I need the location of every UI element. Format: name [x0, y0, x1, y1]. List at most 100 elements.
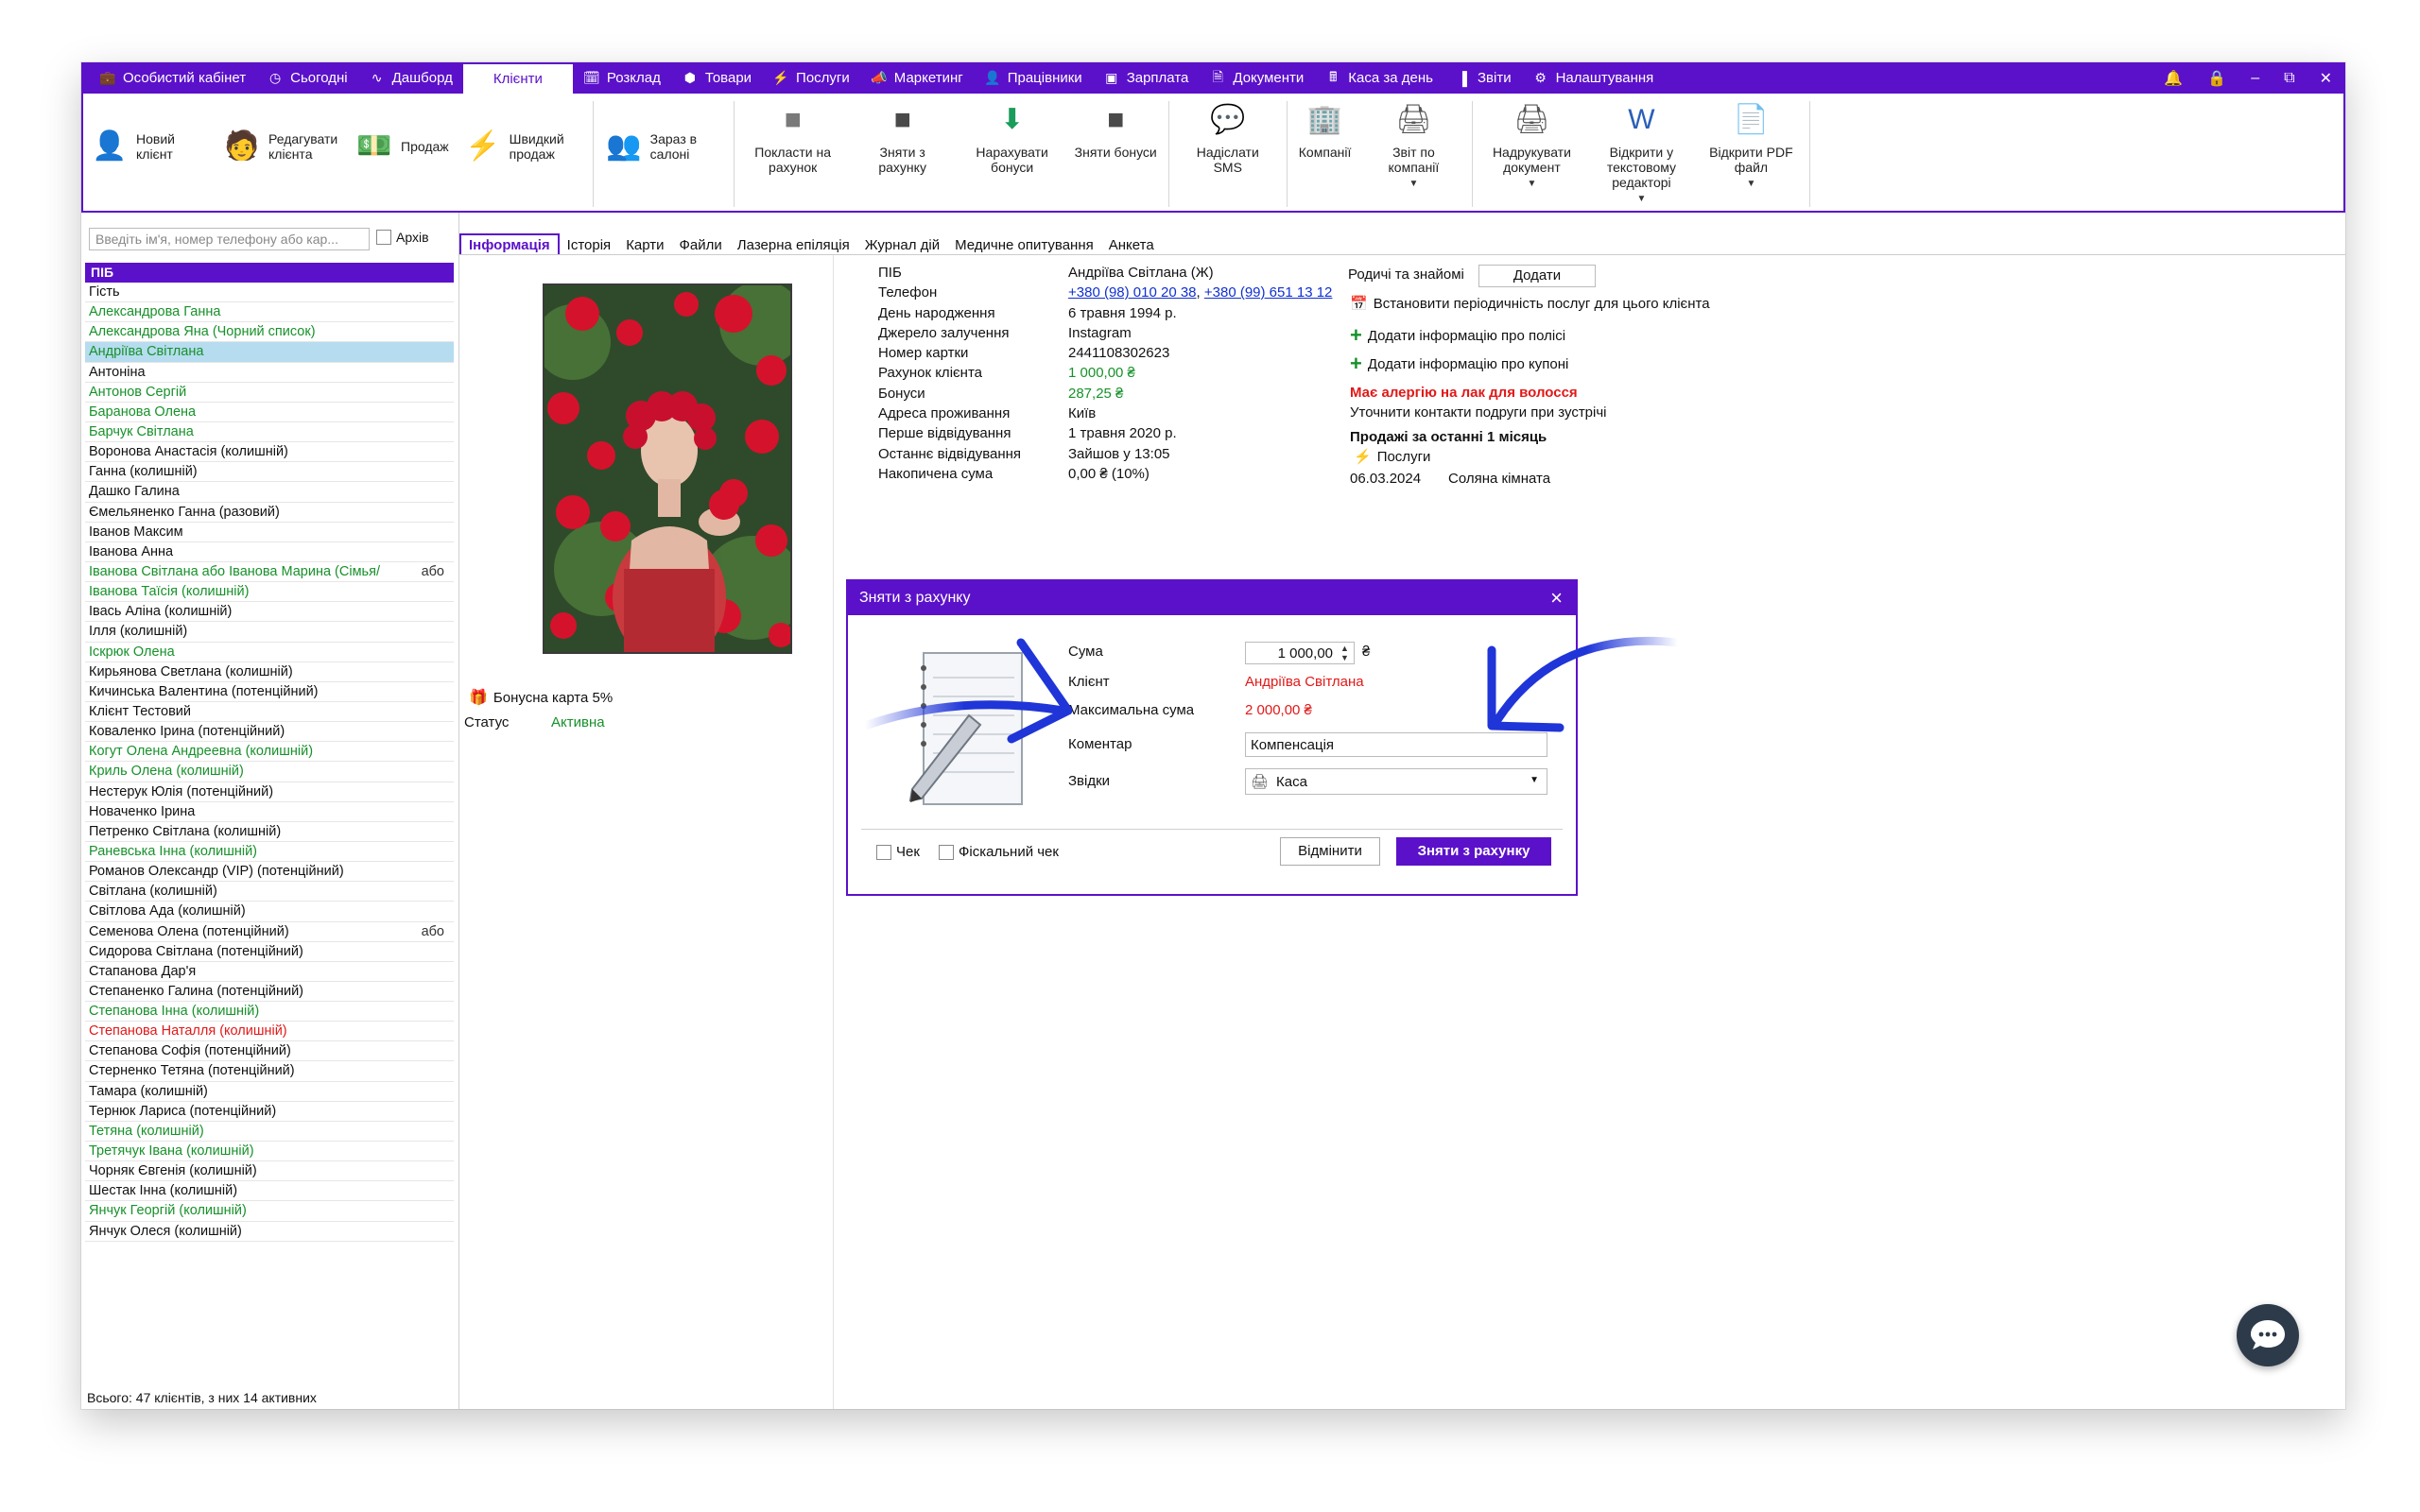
- tab-5[interactable]: Журнал дій: [857, 235, 947, 255]
- menu-item-2[interactable]: ∿ Дашборд: [358, 62, 463, 94]
- menu-item-3[interactable]: Клієнти: [462, 64, 573, 94]
- client-row[interactable]: Семенова Олена (потенційний) або: [85, 922, 454, 942]
- client-row[interactable]: Стапанова Дар'я: [85, 962, 454, 982]
- ribbon-button-14[interactable]: 📄 Відкрити PDF файл ▼: [1696, 101, 1806, 192]
- tab-0[interactable]: Інформація: [459, 233, 560, 255]
- phone-link-1[interactable]: +380 (98) 010 20 38: [1068, 284, 1197, 301]
- client-row[interactable]: Воронова Анастасія (колишній): [85, 442, 454, 463]
- client-row[interactable]: Тетяна (колишній): [85, 1122, 454, 1143]
- receipt-checkbox[interactable]: Чек: [876, 844, 920, 860]
- client-row[interactable]: Ємельяненко Ганна (разовий): [85, 503, 454, 523]
- chevron-down-icon[interactable]: ▼: [1530, 775, 1539, 785]
- client-row[interactable]: Степанова Наталля (колишній): [85, 1022, 454, 1042]
- menu-item-8[interactable]: 👤 Працівники: [974, 62, 1093, 94]
- client-list-header[interactable]: ПІБ: [85, 263, 454, 283]
- ribbon-button-0[interactable]: 👤 Новий клієнт: [83, 101, 216, 165]
- sum-spinner[interactable]: ▲ ▼: [1340, 644, 1349, 662]
- client-row[interactable]: Петренко Світлана (колишній): [85, 822, 454, 842]
- menu-item-5[interactable]: ⬢ Товари: [671, 62, 762, 94]
- client-row[interactable]: Александрова Яна (Чорний список): [85, 322, 454, 343]
- ribbon-button-1[interactable]: 🧑 Редагувати клієнта: [216, 101, 348, 165]
- ribbon-button-2[interactable]: 💵 Продаж: [348, 101, 457, 165]
- comment-input[interactable]: Компенсація: [1245, 732, 1547, 757]
- withdraw-submit-button[interactable]: Зняти з рахунку: [1396, 837, 1551, 866]
- client-row[interactable]: Тамара (колишній): [85, 1082, 454, 1102]
- menu-item-1[interactable]: ◷ Сьогодні: [256, 62, 358, 94]
- client-row[interactable]: Янчук Олеся (колишній): [85, 1222, 454, 1242]
- client-row[interactable]: Іванов Максим: [85, 523, 454, 542]
- ribbon-button-4[interactable]: 👥 Зараз в салоні: [597, 101, 730, 165]
- menu-item-6[interactable]: ⚡ Послуги: [762, 62, 860, 94]
- client-row[interactable]: Баранова Олена: [85, 403, 454, 422]
- client-row[interactable]: Іскрюк Олена: [85, 643, 454, 662]
- maximize-icon[interactable]: ⧉: [2284, 70, 2294, 87]
- menu-item-13[interactable]: ⚙ Налаштування: [1522, 62, 1665, 94]
- notifications-icon[interactable]: 🔔: [2164, 69, 2183, 88]
- minimize-icon[interactable]: –: [2251, 70, 2259, 87]
- chevron-down-icon[interactable]: ▼: [1703, 177, 1798, 192]
- periodicity-link[interactable]: 📅 Встановити періодичність послуг для ць…: [1350, 295, 1710, 313]
- client-row[interactable]: Степанова Софія (потенційний): [85, 1041, 454, 1062]
- client-row[interactable]: Ілля (колишній): [85, 622, 454, 643]
- menu-item-11[interactable]: 🖩 Каса за день: [1314, 62, 1443, 94]
- chevron-down-icon[interactable]: ▼: [1366, 177, 1461, 192]
- client-row[interactable]: Коваленко Ірина (потенційний): [85, 722, 454, 743]
- client-row[interactable]: Александрова Ганна: [85, 302, 454, 323]
- client-row[interactable]: Іванова Анна: [85, 542, 454, 562]
- client-row[interactable]: Третячук Івана (колишній): [85, 1142, 454, 1162]
- ribbon-button-3[interactable]: ⚡ Швидкий продаж: [457, 101, 589, 165]
- menu-item-10[interactable]: 🗎 Документи: [1199, 62, 1314, 94]
- client-row[interactable]: Степаненко Галина (потенційний): [85, 982, 454, 1003]
- ribbon-button-13[interactable]: W Відкрити у текстовому редакторі ▼: [1586, 101, 1696, 207]
- ribbon-button-9[interactable]: 💬 Надіслати SMS: [1173, 101, 1283, 176]
- ribbon-button-11[interactable]: 🖨 Звіт по компанії ▼: [1358, 101, 1468, 192]
- client-row[interactable]: Дашко Галина: [85, 482, 454, 503]
- client-row[interactable]: Антоніна: [85, 363, 454, 383]
- client-row[interactable]: Світлана (колишній): [85, 882, 454, 902]
- client-row[interactable]: Іванова Таїсія (колишній): [85, 582, 454, 603]
- client-row[interactable]: Клієнт Тестовий: [85, 702, 454, 723]
- client-row[interactable]: Ганна (колишній): [85, 462, 454, 483]
- client-row[interactable]: Когут Олена Андреевна (колишній): [85, 742, 454, 763]
- client-row[interactable]: Іванова Світлана або Іванова Марина (Сім…: [85, 562, 454, 583]
- client-row[interactable]: Андріїва Світлана: [85, 342, 454, 363]
- menu-item-0[interactable]: 💼 Особистий кабінет: [89, 62, 256, 94]
- add-relative-button[interactable]: Додати: [1478, 265, 1596, 287]
- menu-item-9[interactable]: ▣ Зарплата: [1093, 62, 1200, 94]
- menu-item-4[interactable]: 🗓 Розклад: [573, 62, 671, 94]
- client-row[interactable]: Івась Аліна (колишній): [85, 602, 454, 623]
- phone-link-2[interactable]: +380 (99) 651 13 12: [1204, 284, 1333, 301]
- fiscal-receipt-checkbox[interactable]: Фіскальний чек: [939, 844, 1059, 860]
- ribbon-button-8[interactable]: ■ Зняти бонуси: [1067, 101, 1165, 161]
- chat-button[interactable]: [2237, 1304, 2299, 1366]
- archive-checkbox-box[interactable]: [376, 230, 391, 245]
- client-row[interactable]: Тернюк Лариса (потенційний): [85, 1102, 454, 1122]
- client-row[interactable]: Шестак Інна (колишній): [85, 1181, 454, 1202]
- client-row[interactable]: Кирьянова Светлана (колишній): [85, 662, 454, 682]
- client-row[interactable]: Криль Олена (колишній): [85, 762, 454, 782]
- client-row[interactable]: Гість: [85, 283, 454, 303]
- client-search-input[interactable]: Введіть ім'я, номер телефону або кар...: [89, 228, 370, 250]
- tab-3[interactable]: Файли: [672, 235, 730, 255]
- archive-checkbox[interactable]: Архів: [376, 230, 429, 245]
- client-row[interactable]: Світлова Ада (колишній): [85, 902, 454, 922]
- menu-item-7[interactable]: 📣 Маркетинг: [860, 62, 974, 94]
- ribbon-button-7[interactable]: ⬇ Нарахувати бонуси: [958, 101, 1067, 176]
- ribbon-button-5[interactable]: ■ Покласти на рахунок: [738, 101, 848, 176]
- client-row[interactable]: Янчук Георгій (колишній): [85, 1201, 454, 1222]
- menu-item-12[interactable]: ▐ Звіти: [1443, 62, 1522, 94]
- tab-7[interactable]: Анкета: [1101, 235, 1162, 255]
- fiscal-receipt-checkbox-box[interactable]: [939, 844, 954, 860]
- ribbon-button-10[interactable]: 🏢 Компанії: [1291, 101, 1359, 161]
- receipt-checkbox-box[interactable]: [876, 844, 891, 860]
- client-row[interactable]: Новаченко Ірина: [85, 802, 454, 822]
- client-row[interactable]: Антонов Сергій: [85, 383, 454, 403]
- tab-6[interactable]: Медичне опитування: [947, 235, 1101, 255]
- chevron-down-icon[interactable]: ▼: [1484, 177, 1579, 192]
- client-row[interactable]: Кичинська Валентина (потенційний): [85, 682, 454, 702]
- client-row[interactable]: Раневська Інна (колишній): [85, 842, 454, 863]
- chevron-down-icon[interactable]: ▼: [1594, 192, 1688, 207]
- ribbon-button-6[interactable]: ■ Зняти з рахунку: [848, 101, 958, 176]
- source-select[interactable]: 🖨 Каса ▼: [1245, 768, 1547, 795]
- client-row[interactable]: Степанова Інна (колишній): [85, 1002, 454, 1022]
